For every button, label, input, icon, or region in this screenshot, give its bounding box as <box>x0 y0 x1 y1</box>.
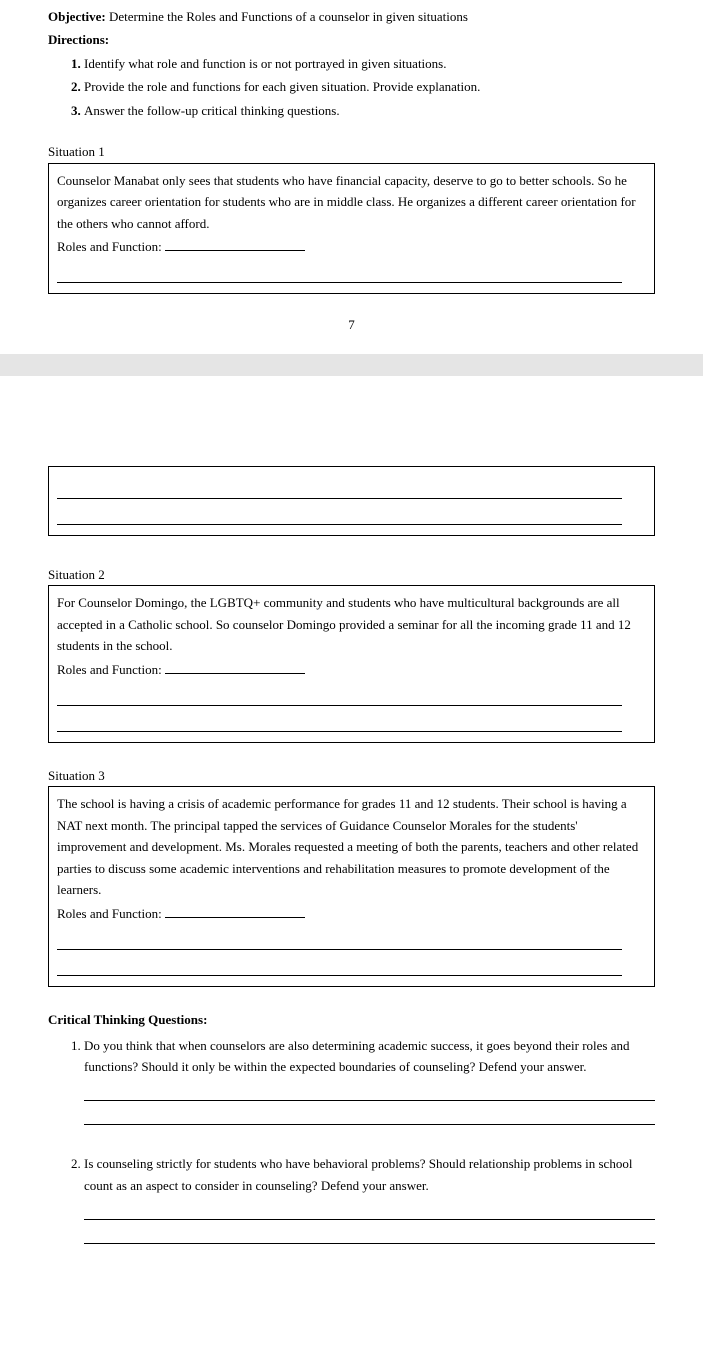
ctq-list: Do you think that when counselors are al… <box>84 1035 655 1245</box>
fill-blank[interactable] <box>84 1226 655 1244</box>
fill-blank[interactable] <box>57 481 622 499</box>
fill-blank[interactable] <box>165 917 305 918</box>
situation-2-box: For Counselor Domingo, the LGBTQ+ commun… <box>48 585 655 743</box>
situation-1-text: Counselor Manabat only sees that student… <box>57 170 646 234</box>
fill-blank[interactable] <box>57 688 622 706</box>
situation-3-text: The school is having a crisis of academi… <box>57 793 646 900</box>
fill-blank[interactable] <box>57 507 622 525</box>
situation-2-text: For Counselor Domingo, the LGBTQ+ commun… <box>57 592 646 656</box>
page-2: Situation 2 For Counselor Domingo, the L… <box>0 466 703 1292</box>
ctq-q2-text: Is counseling strictly for students who … <box>84 1153 655 1196</box>
roles-function-line: Roles and Function: <box>57 659 646 680</box>
direction-item: Provide the role and functions for each … <box>84 76 655 97</box>
fill-blank[interactable] <box>84 1107 655 1125</box>
page-separator <box>0 354 703 376</box>
objective-line: Objective: Determine the Roles and Funct… <box>48 6 655 27</box>
fill-blank[interactable] <box>165 673 305 674</box>
fill-blank[interactable] <box>57 958 622 976</box>
roles-function-label: Roles and Function: <box>57 662 162 677</box>
objective-text: Determine the Roles and Functions of a c… <box>106 9 468 24</box>
situation-3-title: Situation 3 <box>48 765 655 786</box>
directions-label: Directions: <box>48 29 655 50</box>
situation-2-title: Situation 2 <box>48 564 655 585</box>
ctq-item-2: Is counseling strictly for students who … <box>84 1153 655 1244</box>
fill-blank[interactable] <box>165 250 305 251</box>
objective-label: Objective: <box>48 9 106 24</box>
direction-item: Answer the follow-up critical thinking q… <box>84 100 655 121</box>
situation-1-box: Counselor Manabat only sees that student… <box>48 163 655 295</box>
continuation-box <box>48 466 655 536</box>
fill-blank[interactable] <box>84 1083 655 1101</box>
page-1: Objective: Determine the Roles and Funct… <box>0 0 703 354</box>
roles-function-line: Roles and Function: <box>57 236 646 257</box>
situation-3-box: The school is having a crisis of academi… <box>48 786 655 987</box>
directions-list: Identify what role and function is or no… <box>84 53 655 121</box>
direction-item: Identify what role and function is or no… <box>84 53 655 74</box>
page-number: 7 <box>48 314 655 335</box>
fill-blank[interactable] <box>84 1202 655 1220</box>
ctq-heading: Critical Thinking Questions: <box>48 1009 655 1030</box>
fill-blank[interactable] <box>57 714 622 732</box>
roles-function-line: Roles and Function: <box>57 903 646 924</box>
fill-blank[interactable] <box>57 932 622 950</box>
ctq-q1-text: Do you think that when counselors are al… <box>84 1035 655 1078</box>
fill-blank[interactable] <box>57 265 622 283</box>
roles-function-label: Roles and Function: <box>57 906 162 921</box>
ctq-item-1: Do you think that when counselors are al… <box>84 1035 655 1126</box>
situation-1-title: Situation 1 <box>48 141 655 162</box>
roles-function-label: Roles and Function: <box>57 239 162 254</box>
